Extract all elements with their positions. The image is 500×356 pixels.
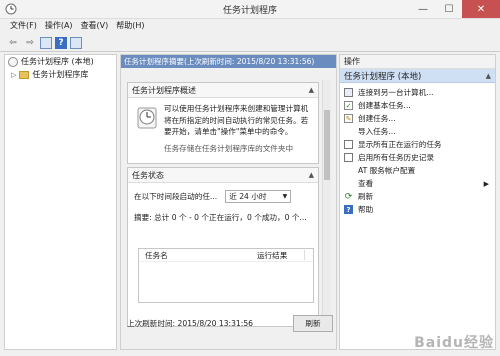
maximize-button[interactable]: ☐	[436, 0, 462, 18]
action-connect[interactable]: 连接到另一台计算机...	[340, 87, 495, 98]
overview-section: 任务计划程序概述 ▲ 可以使用任务计划程序来创建和管理计算机将在所指定的时间自动…	[127, 82, 319, 164]
menu-view[interactable]: 查看(V)	[79, 19, 111, 33]
task-basic-icon: ✓	[344, 101, 353, 110]
blank-icon	[344, 166, 353, 175]
actions-group-title: 任务计划程序 (本地)	[344, 71, 422, 82]
action-import[interactable]: 导入任务...	[340, 126, 495, 137]
actions-list: 连接到另一台计算机... ✓ 创建基本任务... ✎ 创建任务... 导入任务.…	[340, 83, 495, 215]
toolbar: ⇦ ⇨ ?	[0, 34, 500, 52]
console-tree: 任务计划程序 (本地) ▷ 任务计划程序库	[4, 54, 117, 350]
collapse-up-icon[interactable]: ▲	[486, 72, 491, 80]
back-button[interactable]: ⇦	[6, 36, 20, 49]
action-view-label: 查看	[358, 179, 374, 188]
action-help[interactable]: ? 帮助	[340, 204, 495, 215]
task-status-title: 任务状态	[132, 170, 164, 180]
action-refresh[interactable]: ⟳ 刷新	[340, 191, 495, 202]
task-create-icon: ✎	[344, 114, 353, 123]
tree-item-root-label: 任务计划程序 (本地)	[21, 57, 94, 66]
close-button[interactable]: ✕	[462, 0, 500, 18]
column-header-task-name[interactable]: 任务名	[139, 250, 257, 261]
summary-body: 任务计划程序概述 ▲ 可以使用任务计划程序来创建和管理计算机将在所指定的时间自动…	[127, 77, 327, 327]
baidu-watermark: Baidu经验	[414, 335, 494, 351]
overview-text: 可以使用任务计划程序来创建和管理计算机将在所指定的时间自动执行的常见任务。若要开…	[164, 103, 312, 154]
summary-header: 任务计划程序摘要(上次刷新时间: 2015/8/20 13:31:56)	[121, 55, 336, 68]
action-enable-history[interactable]: 启用所有任务历史记录	[340, 152, 495, 163]
task-status-table: 任务名 运行结果	[138, 248, 314, 303]
menu-help[interactable]: 帮助(H)	[114, 19, 146, 33]
overview-more-text: 任务存储在任务计划程序库的文件夹中	[164, 143, 294, 153]
show-hide-action-pane-icon[interactable]	[70, 36, 82, 49]
action-refresh-label: 刷新	[358, 192, 374, 201]
menu-bar: 文件(F) 操作(A) 查看(V) 帮助(H)	[0, 19, 500, 33]
action-view[interactable]: 查看 ▶	[340, 178, 495, 189]
show-hide-tree-icon[interactable]	[40, 36, 52, 49]
summary-footer: 上次刷新时间: 2015/8/20 13:31:56 刷新	[127, 313, 333, 333]
help-icon: ?	[344, 205, 353, 214]
collapse-up-icon[interactable]: ▲	[309, 171, 314, 179]
column-header-result[interactable]: 运行结果	[257, 250, 304, 261]
period-dropdown-value: 近 24 小时	[229, 192, 267, 201]
window-controls: — ☐ ✕	[410, 0, 500, 18]
expand-arrow-icon[interactable]: ▷	[11, 71, 16, 79]
task-status-section: 任务状态 ▲ 在以下时间段启动的任... 近 24 小时 ▼ 摘要: 总计 0 …	[127, 167, 319, 327]
status-summary-row: 摘要: 总计 0 个 - 0 个正在运行，0 个成功，0 个...	[128, 212, 318, 223]
help-toolbar-button[interactable]: ?	[55, 36, 67, 49]
action-enable-history-label: 启用所有任务历史记录	[358, 153, 434, 162]
task-scheduler-window: 任务计划程序 — ☐ ✕ 文件(F) 操作(A) 查看(V) 帮助(H) ⇦ ⇨…	[0, 0, 500, 356]
action-import-label: 导入任务...	[358, 127, 396, 136]
action-create-basic-label: 创建基本任务...	[358, 101, 411, 110]
refresh-icon: ⟳	[344, 191, 353, 202]
folder-icon	[19, 70, 30, 79]
action-help-label: 帮助	[358, 205, 374, 214]
import-icon	[344, 127, 353, 136]
scrollbar-thumb[interactable]	[324, 110, 330, 180]
action-show-running-label: 显示所有正在运行的任务	[358, 140, 442, 149]
running-tasks-icon	[344, 140, 353, 149]
status-period-label: 在以下时间段启动的任...	[134, 192, 218, 201]
summary-scrollbar[interactable]	[322, 80, 331, 325]
actions-header: 操作	[340, 55, 495, 69]
overview-title: 任务计划程序概述	[132, 85, 196, 95]
period-dropdown[interactable]: 近 24 小时 ▼	[225, 190, 292, 203]
menu-file[interactable]: 文件(F)	[8, 19, 39, 33]
menu-action[interactable]: 操作(A)	[43, 19, 75, 33]
table-header-row: 任务名 运行结果	[139, 249, 313, 262]
refresh-button[interactable]: 刷新	[293, 314, 333, 332]
scheduler-clock-icon	[137, 107, 157, 129]
status-filter-row: 在以下时间段启动的任... 近 24 小时 ▼	[128, 190, 318, 203]
collapse-up-icon[interactable]: ▲	[309, 86, 314, 94]
clock-icon	[8, 56, 18, 67]
action-show-running[interactable]: 显示所有正在运行的任务	[340, 139, 495, 150]
tree-item-root[interactable]: 任务计划程序 (本地)	[5, 55, 116, 68]
submenu-arrow-icon: ▶	[483, 179, 489, 188]
status-summary: 摘要: 总计 0 个 - 0 个正在运行，0 个成功，0 个...	[134, 213, 307, 222]
column-header-more[interactable]	[304, 250, 313, 260]
task-status-header[interactable]: 任务状态 ▲	[128, 168, 318, 183]
actions-pane: 操作 任务计划程序 (本地) ▲ 连接到另一台计算机... ✓ 创建基本任务..…	[339, 54, 496, 350]
last-refresh-text: 上次刷新时间: 2015/8/20 13:31:56	[127, 318, 253, 328]
forward-button[interactable]: ⇨	[23, 36, 37, 49]
title-bar: 任务计划程序 — ☐ ✕	[0, 0, 500, 19]
summary-pane: 任务计划程序摘要(上次刷新时间: 2015/8/20 13:31:56) 任务计…	[120, 54, 337, 350]
action-at-service[interactable]: AT 服务帐户配置	[340, 165, 495, 176]
action-at-service-label: AT 服务帐户配置	[358, 166, 416, 175]
actions-group-header[interactable]: 任务计划程序 (本地) ▲	[340, 69, 495, 83]
tree-item-library-label: 任务计划程序库	[32, 70, 89, 79]
tree-item-library[interactable]: ▷ 任务计划程序库	[5, 68, 116, 81]
action-create-label: 创建任务...	[358, 114, 396, 123]
action-create[interactable]: ✎ 创建任务...	[340, 113, 495, 124]
chevron-down-icon: ▼	[282, 193, 288, 200]
overview-section-header[interactable]: 任务计划程序概述 ▲	[128, 83, 318, 98]
action-view-content: 查看	[344, 178, 373, 189]
computer-icon	[344, 88, 353, 97]
overview-description: 可以使用任务计划程序来创建和管理计算机将在所指定的时间自动执行的常见任务。若要开…	[164, 104, 309, 136]
action-create-basic[interactable]: ✓ 创建基本任务...	[340, 100, 495, 111]
action-connect-label: 连接到另一台计算机...	[358, 88, 434, 97]
history-icon	[344, 153, 353, 162]
minimize-button[interactable]: —	[410, 0, 436, 18]
view-icon	[344, 179, 353, 188]
